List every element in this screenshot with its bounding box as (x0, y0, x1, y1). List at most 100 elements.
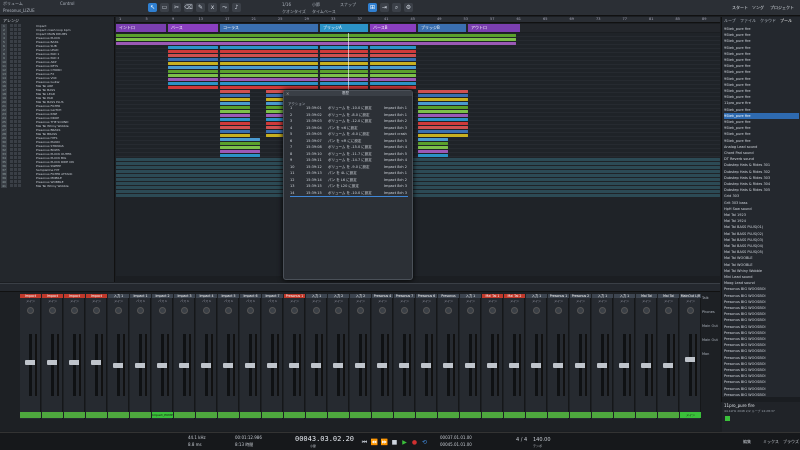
solo-button[interactable] (14, 164, 17, 167)
solo-button[interactable] (14, 100, 17, 103)
record-arm-button[interactable] (18, 68, 21, 71)
mute-button[interactable] (10, 56, 13, 59)
mute-button[interactable] (10, 44, 13, 47)
project-tab[interactable]: プロジェクト (770, 5, 794, 11)
loop-end[interactable]: 00045.01.01.00 (440, 442, 472, 447)
browser-item[interactable]: 9Stek_pure fire (724, 51, 799, 57)
solo-button[interactable] (14, 68, 17, 71)
record-arm-button[interactable] (18, 116, 21, 119)
channel-output[interactable]: バス 1 (240, 299, 261, 303)
pan-knob[interactable] (489, 307, 496, 314)
pan-knob[interactable] (379, 307, 386, 314)
record-arm-button[interactable] (18, 60, 21, 63)
output-label[interactable]: Talk (702, 296, 709, 300)
record-arm-button[interactable] (18, 32, 21, 35)
channel-name[interactable]: Mai Tai 2 (504, 294, 525, 298)
record-arm-button[interactable] (18, 84, 21, 87)
track-row[interactable]: 41 Mai Tai Whiny Wobble (0, 184, 114, 188)
solo-button[interactable] (14, 124, 17, 127)
history-titlebar[interactable]: 履歴 (284, 91, 412, 96)
mute-button[interactable] (10, 128, 13, 131)
channel-name[interactable]: 入力 1 (460, 294, 481, 298)
track-lane[interactable] (116, 193, 720, 197)
solo-button[interactable] (14, 104, 17, 107)
output-label[interactable]: Mon (702, 352, 709, 356)
solo-button[interactable] (14, 132, 17, 135)
snap-icon[interactable]: ⊞ (368, 3, 377, 12)
channel-output[interactable]: メイン (350, 299, 371, 303)
mute-button[interactable] (10, 148, 13, 151)
event-clip[interactable] (116, 193, 720, 197)
pan-knob[interactable] (71, 307, 78, 314)
mute-button[interactable] (10, 48, 13, 51)
browser-item[interactable]: HpH Saw sound (724, 206, 799, 212)
channel-output[interactable]: メイン (504, 299, 525, 303)
solo-button[interactable] (14, 92, 17, 95)
channel-output[interactable]: メイン (592, 299, 613, 303)
record-arm-button[interactable] (18, 88, 21, 91)
zoom-icon[interactable]: ⌕ (392, 3, 401, 12)
pan-knob[interactable] (665, 307, 672, 314)
mute-button[interactable] (10, 88, 13, 91)
record-arm-button[interactable] (18, 108, 21, 111)
browser-item[interactable]: 9Stek_pure fire (724, 94, 799, 100)
preview-play-icon[interactable] (725, 416, 730, 421)
browser-item[interactable]: 11pro_pure fire (724, 100, 799, 106)
record-arm-button[interactable] (18, 164, 21, 167)
solo-button[interactable] (14, 60, 17, 63)
solo-button[interactable] (14, 184, 17, 187)
solo-button[interactable] (14, 36, 17, 39)
channel-output[interactable]: バス 1 (262, 299, 283, 303)
song-tab[interactable]: ソング (752, 5, 764, 11)
channel-output[interactable]: メイン (614, 299, 635, 303)
solo-button[interactable] (14, 176, 17, 179)
browser-item[interactable]: Dubstep Hats & Rides 301 (724, 162, 799, 168)
mute-button[interactable] (10, 144, 13, 147)
channel-output[interactable]: メイン (372, 299, 393, 303)
browser-item[interactable]: Analog Lead sound (724, 144, 799, 150)
channel-output[interactable]: メイン (108, 299, 129, 303)
mute-button[interactable] (10, 80, 13, 83)
snap-mode-select[interactable]: スナップ (340, 2, 356, 8)
arranger-section[interactable]: コーラス (220, 24, 318, 32)
browser-item[interactable]: Dubstep Hats & Rides 303 (724, 175, 799, 181)
stop-icon[interactable]: ■ (390, 438, 399, 447)
channel-output[interactable]: メイン (460, 299, 481, 303)
channel-output[interactable]: バス 1 (130, 299, 151, 303)
rewind-icon[interactable]: ⏪ (370, 438, 379, 447)
mute-button[interactable] (10, 40, 13, 43)
solo-button[interactable] (14, 120, 17, 123)
browser-item[interactable]: 9Stek_pure fire (724, 45, 799, 51)
browser-item[interactable]: 9Stek_pure fire (724, 57, 799, 63)
channel-name[interactable]: MainOut L/R (680, 294, 701, 298)
output-label[interactable]: Main Out (702, 324, 718, 328)
record-arm-button[interactable] (18, 112, 21, 115)
solo-button[interactable] (14, 80, 17, 83)
pan-knob[interactable] (137, 307, 144, 314)
browser-item[interactable]: Chord Pad sound (724, 150, 799, 156)
channel-output[interactable]: メイン (284, 299, 305, 303)
channel-name[interactable]: Impact 6 (240, 294, 261, 298)
channel-output[interactable]: メイン (306, 299, 327, 303)
browser-item[interactable]: 9Stek_pure fire (724, 63, 799, 69)
browser-item[interactable]: 9Stek_pure fire (724, 69, 799, 75)
browser-item[interactable]: Presonus BIG WOOSBOI (724, 317, 799, 323)
mute-button[interactable] (10, 180, 13, 183)
mute-button[interactable] (10, 160, 13, 163)
browser-item[interactable]: Presonus BIG WOOSBOI (724, 324, 799, 330)
solo-button[interactable] (14, 28, 17, 31)
record-arm-button[interactable] (18, 148, 21, 151)
range-tool-icon[interactable]: ▭ (160, 3, 169, 12)
record-arm-button[interactable] (18, 128, 21, 131)
browser-item[interactable]: 9Stek_pure fire (724, 82, 799, 88)
browser-item[interactable]: Mai Tai WOOBLE (724, 262, 799, 268)
channel-output[interactable]: メイン (20, 299, 41, 303)
browser-item[interactable]: 9Stek_pure fire (724, 38, 799, 44)
tempo-readout[interactable]: 140.00 (533, 437, 551, 443)
channel-output[interactable]: メイン (548, 299, 569, 303)
channel-output[interactable]: メイン (658, 299, 679, 303)
record-arm-button[interactable] (18, 48, 21, 51)
solo-button[interactable] (14, 172, 17, 175)
pan-knob[interactable] (291, 307, 298, 314)
record-arm-button[interactable] (18, 80, 21, 83)
